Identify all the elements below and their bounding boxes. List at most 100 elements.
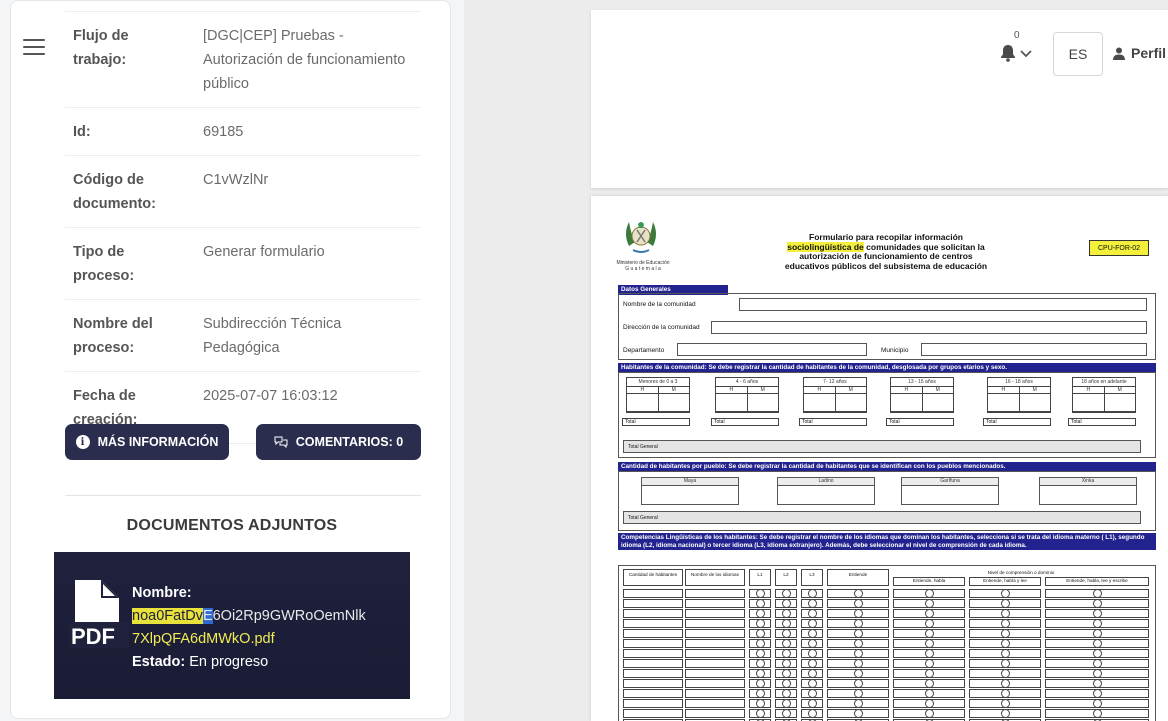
radio-option[interactable]: [924, 629, 934, 638]
direccion-comunidad-field[interactable]: [711, 321, 1147, 334]
radio-option[interactable]: [781, 639, 791, 648]
table-cell[interactable]: [623, 689, 683, 698]
radio-option[interactable]: [807, 669, 817, 678]
radio-option[interactable]: [781, 699, 791, 708]
radio-option[interactable]: [755, 629, 765, 638]
table-cell[interactable]: [623, 609, 683, 618]
radio-option[interactable]: [853, 639, 863, 648]
radio-option[interactable]: [807, 629, 817, 638]
radio-option[interactable]: [807, 699, 817, 708]
radio-option[interactable]: [924, 709, 934, 718]
radio-option[interactable]: [807, 639, 817, 648]
radio-option[interactable]: [1000, 589, 1010, 598]
radio-option[interactable]: [1000, 679, 1010, 688]
age-group-box[interactable]: 18 años en adelante H M: [1072, 377, 1136, 413]
radio-option[interactable]: [807, 689, 817, 698]
radio-option[interactable]: [924, 619, 934, 628]
radio-option[interactable]: [755, 599, 765, 608]
table-cell[interactable]: [623, 639, 683, 648]
radio-option[interactable]: [755, 619, 765, 628]
table-cell[interactable]: [623, 649, 683, 658]
pueblo-box[interactable]: Garífuna: [901, 477, 999, 505]
radio-option[interactable]: [755, 689, 765, 698]
radio-option[interactable]: [1092, 629, 1102, 638]
radio-option[interactable]: [755, 649, 765, 658]
attachment-filename[interactable]: noa0FatDvE6Oi2Rp9GWRoOemNlk: [132, 605, 366, 628]
table-cell[interactable]: [685, 659, 745, 668]
age-group-box[interactable]: 7- 12 años H M: [803, 377, 867, 413]
radio-option[interactable]: [755, 589, 765, 598]
radio-option[interactable]: [781, 599, 791, 608]
radio-option[interactable]: [1000, 609, 1010, 618]
radio-option[interactable]: [807, 609, 817, 618]
radio-option[interactable]: [1000, 639, 1010, 648]
radio-option[interactable]: [924, 669, 934, 678]
table-cell[interactable]: [685, 709, 745, 718]
radio-option[interactable]: [1000, 619, 1010, 628]
radio-option[interactable]: [924, 659, 934, 668]
radio-option[interactable]: [755, 639, 765, 648]
radio-option[interactable]: [807, 619, 817, 628]
radio-option[interactable]: [1092, 709, 1102, 718]
radio-option[interactable]: [1092, 639, 1102, 648]
radio-option[interactable]: [924, 679, 934, 688]
table-cell[interactable]: [623, 659, 683, 668]
radio-option[interactable]: [1092, 659, 1102, 668]
table-cell[interactable]: [623, 629, 683, 638]
table-cell[interactable]: [623, 709, 683, 718]
age-group-box[interactable]: 13 - 15 años H M: [890, 377, 954, 413]
radio-option[interactable]: [1092, 669, 1102, 678]
radio-option[interactable]: [1000, 599, 1010, 608]
attachment-card[interactable]: PDF Nombre: noa0FatDvE6Oi2Rp9GWRoOemNlk …: [54, 552, 410, 699]
radio-option[interactable]: [924, 699, 934, 708]
radio-option[interactable]: [1092, 699, 1102, 708]
radio-option[interactable]: [781, 609, 791, 618]
radio-option[interactable]: [781, 589, 791, 598]
radio-option[interactable]: [1000, 709, 1010, 718]
radio-option[interactable]: [755, 659, 765, 668]
radio-option[interactable]: [807, 709, 817, 718]
radio-option[interactable]: [755, 609, 765, 618]
radio-option[interactable]: [853, 629, 863, 638]
table-cell[interactable]: [685, 689, 745, 698]
radio-option[interactable]: [924, 689, 934, 698]
radio-option[interactable]: [807, 589, 817, 598]
municipio-field[interactable]: [921, 343, 1147, 356]
table-cell[interactable]: [685, 629, 745, 638]
comments-button[interactable]: COMENTARIOS: 0: [256, 424, 421, 460]
radio-option[interactable]: [924, 609, 934, 618]
pueblo-box[interactable]: Maya: [641, 477, 739, 505]
notifications-button[interactable]: 0: [998, 30, 1038, 70]
radio-option[interactable]: [1092, 599, 1102, 608]
radio-option[interactable]: [853, 599, 863, 608]
radio-option[interactable]: [755, 679, 765, 688]
radio-option[interactable]: [1000, 659, 1010, 668]
radio-option[interactable]: [1092, 689, 1102, 698]
radio-option[interactable]: [781, 619, 791, 628]
radio-option[interactable]: [853, 699, 863, 708]
radio-option[interactable]: [853, 669, 863, 678]
radio-option[interactable]: [1092, 609, 1102, 618]
radio-option[interactable]: [853, 679, 863, 688]
pueblo-box[interactable]: Ladino: [777, 477, 875, 505]
radio-option[interactable]: [755, 709, 765, 718]
radio-option[interactable]: [1000, 699, 1010, 708]
age-group-box[interactable]: 16 - 18 años H M: [987, 377, 1051, 413]
table-cell[interactable]: [685, 679, 745, 688]
radio-option[interactable]: [924, 639, 934, 648]
pueblo-box[interactable]: Xinka: [1039, 477, 1137, 505]
table-cell[interactable]: [685, 589, 745, 598]
table-cell[interactable]: [685, 639, 745, 648]
radio-option[interactable]: [755, 699, 765, 708]
radio-option[interactable]: [1092, 679, 1102, 688]
profile-menu[interactable]: Perfil: [1113, 45, 1166, 61]
table-cell[interactable]: [623, 619, 683, 628]
nombre-comunidad-field[interactable]: [739, 298, 1147, 311]
radio-option[interactable]: [924, 649, 934, 658]
table-cell[interactable]: [685, 649, 745, 658]
radio-option[interactable]: [781, 629, 791, 638]
radio-option[interactable]: [853, 659, 863, 668]
radio-option[interactable]: [781, 669, 791, 678]
radio-option[interactable]: [807, 679, 817, 688]
table-cell[interactable]: [685, 599, 745, 608]
